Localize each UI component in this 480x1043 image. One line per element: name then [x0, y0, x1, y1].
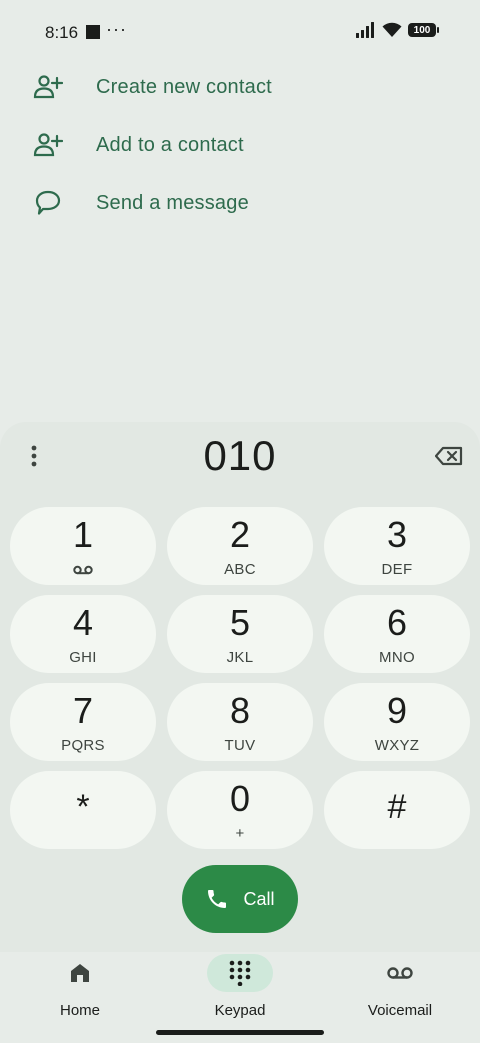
- key-letters: JKL: [226, 649, 254, 666]
- nav-voicemail[interactable]: Voicemail: [320, 952, 480, 1019]
- key-5[interactable]: 5 JKL: [167, 595, 313, 673]
- create-new-contact-button[interactable]: Create new contact: [0, 58, 480, 116]
- key-letters: GHI: [69, 649, 97, 666]
- nav-label: Keypad: [214, 1002, 266, 1019]
- key-letters: ABC: [224, 561, 256, 578]
- key-digit: *: [76, 788, 90, 826]
- nav-label: Voicemail: [367, 1002, 433, 1019]
- voicemail-icon: [367, 954, 433, 992]
- status-bar: 8:16 ··· 100: [0, 0, 480, 64]
- key-digit: 8: [229, 690, 251, 731]
- key-letters: WXYZ: [374, 737, 420, 754]
- key-digit: 3: [386, 514, 408, 555]
- key-digit: 0: [229, 778, 251, 819]
- action-label: Send a message: [96, 191, 249, 214]
- key-digit: 7: [72, 690, 94, 731]
- key-7[interactable]: 7 PQRS: [10, 683, 156, 761]
- key-8[interactable]: 8 TUV: [167, 683, 313, 761]
- key-letters: MNO: [379, 649, 415, 666]
- key-digit: 5: [229, 602, 251, 643]
- key-digit: 2: [229, 514, 251, 555]
- key-letters: +: [235, 825, 245, 842]
- status-time: 8:16: [45, 23, 79, 42]
- dialer-screen: 8:16 ··· 100 Create new contact Add to a…: [0, 0, 480, 1043]
- notification-square-icon: [86, 25, 100, 39]
- key-letters: TUV: [224, 737, 256, 754]
- backspace-button[interactable]: [434, 441, 464, 471]
- action-label: Create new contact: [96, 75, 272, 98]
- dialed-number: 010: [203, 432, 277, 479]
- add-to-contact-button[interactable]: Add to a contact: [0, 116, 480, 174]
- backspace-icon: [435, 446, 463, 466]
- key-1[interactable]: 1: [10, 507, 156, 585]
- key-digit: 6: [386, 602, 408, 643]
- key-digit: 9: [386, 690, 408, 731]
- key-3[interactable]: 3 DEF: [324, 507, 470, 585]
- action-label: Add to a contact: [96, 133, 244, 156]
- send-message-button[interactable]: Send a message: [0, 174, 480, 232]
- voicemail-icon: [73, 563, 93, 577]
- key-0[interactable]: 0 +: [167, 771, 313, 849]
- key-4[interactable]: 4 GHI: [10, 595, 156, 673]
- wifi-icon: [382, 22, 402, 37]
- key-6[interactable]: 6 MNO: [324, 595, 470, 673]
- status-icons: 100: [356, 22, 439, 38]
- signal-icon: [356, 22, 374, 38]
- nav-keypad[interactable]: Keypad: [160, 952, 320, 1019]
- nav-home[interactable]: Home: [0, 952, 160, 1019]
- nav-label: Home: [59, 1002, 100, 1019]
- add-person-icon: [33, 130, 63, 160]
- add-person-icon: [33, 72, 63, 102]
- key-star[interactable]: *: [10, 771, 156, 849]
- key-letters: PQRS: [61, 737, 105, 754]
- home-indicator[interactable]: [156, 1030, 324, 1035]
- key-letters: DEF: [381, 561, 413, 578]
- message-icon: [33, 188, 63, 218]
- key-2[interactable]: 2 ABC: [167, 507, 313, 585]
- call-label: Call: [243, 888, 275, 909]
- battery-icon: 100: [408, 23, 439, 37]
- key-digit: #: [387, 788, 407, 826]
- key-9[interactable]: 9 WXYZ: [324, 683, 470, 761]
- dialpad-sheet: 010 1 2 ABC 3 DEF 4 GHI 5 JKL 6 MNO 7 PQ…: [0, 422, 480, 952]
- more-notifications-icon: ···: [106, 19, 127, 39]
- action-list: Create new contact Add to a contact Send…: [0, 58, 480, 232]
- keypad-grid: 1 2 ABC 3 DEF 4 GHI 5 JKL 6 MNO 7 PQRS 8…: [10, 507, 470, 849]
- key-digit: 4: [72, 602, 94, 643]
- key-digit: 1: [72, 514, 94, 555]
- call-button[interactable]: Call: [182, 865, 298, 933]
- home-icon: [47, 954, 113, 992]
- key-hash[interactable]: #: [324, 771, 470, 849]
- keypad-icon: [207, 954, 273, 992]
- phone-icon: [208, 890, 227, 908]
